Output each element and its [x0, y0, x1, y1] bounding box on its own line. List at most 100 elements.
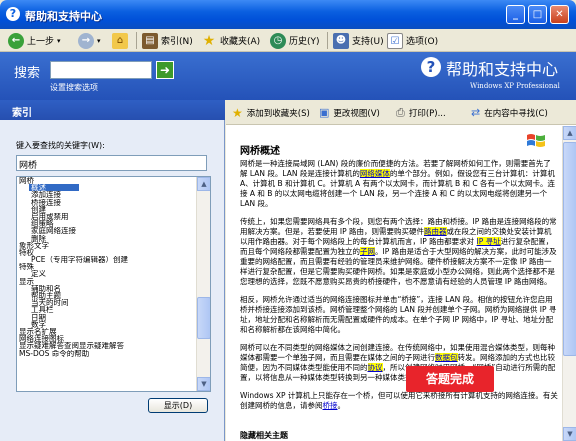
index-list-item[interactable]: 数字	[17, 321, 197, 328]
forward-button[interactable]: → ▾	[78, 31, 101, 50]
paragraph-5: Windows XP 计算机上只能存在一个桥，但可以使用它来桥接所有计算机支持的…	[240, 391, 558, 410]
scroll-thumb[interactable]	[197, 297, 210, 339]
search-banner: 搜索 ➜ 设置搜索选项 ? 帮助和支持中心 Windows XP Profess…	[0, 52, 576, 100]
scroll-down-icon[interactable]: ▼	[197, 377, 210, 391]
print-button[interactable]: ⎙ 打印(P)...	[396, 104, 446, 121]
index-items: 网桥 概述 添加连接 桥接连接 创建 启用或禁用 组策略 家庭网络连接 删除 象形文字 特权 PCE（…	[17, 177, 197, 357]
locate-button[interactable]: ⇄ 在内容中寻找(C)	[471, 104, 548, 121]
related-topics-toggle[interactable]: 隐藏相关主题	[240, 430, 288, 441]
favorites-button[interactable]: ★ 收藏夹(A)	[201, 31, 260, 50]
index-list-item[interactable]: 帮助主题	[17, 292, 197, 299]
index-list-item[interactable]: 显示	[17, 278, 197, 285]
help-center-icon: ?	[6, 7, 20, 21]
index-heading: 索引	[0, 100, 225, 120]
index-list-item[interactable]: MS-DOS 命令的帮助	[17, 350, 197, 357]
keyword-input[interactable]: 网桥	[16, 155, 207, 171]
printer-icon: ⎙	[396, 105, 405, 119]
ip-addressing-link[interactable]: IP 寻址	[476, 237, 501, 246]
index-list-item[interactable]: 网络连接图标	[17, 335, 197, 342]
network-media-link[interactable]: 网络媒体	[359, 169, 390, 178]
content-pane: ★ 添加到收藏夹(S) ▣ 更改视图(V) ⎙ 打印(P)... ⇄ 在内容中寻…	[226, 100, 576, 441]
home-button[interactable]: ⌂	[112, 31, 128, 50]
index-panel: 索引 键入要查找的关键字(W): 网桥 网桥 概述 添加连接 桥接连接 创建 启用或禁用组…	[0, 100, 225, 441]
index-list-item[interactable]: 辅助和名	[17, 285, 197, 292]
back-arrow-icon: ←	[8, 32, 24, 49]
options-icon: ☑	[387, 32, 403, 49]
add-favorite-button[interactable]: ★ 添加到收藏夹(S)	[232, 104, 310, 121]
options-button[interactable]: ☑ 选项(O)	[387, 31, 438, 50]
packet-link[interactable]: 数据包	[435, 353, 458, 362]
search-go-button[interactable]: ➜	[156, 61, 174, 79]
index-list-item[interactable]: 定义	[17, 270, 197, 277]
back-button[interactable]: ← 上一步 ▾	[8, 31, 61, 50]
support-icon: ☻	[333, 32, 349, 49]
index-list-item[interactable]: PCE（专用字符编辑器）创建	[17, 256, 197, 263]
star-icon: ★	[202, 32, 216, 49]
index-list-item[interactable]: 家庭网络连接	[17, 227, 197, 234]
index-list-item[interactable]: 显示疑难解答查阅显示疑难解答	[17, 342, 197, 349]
dropdown-icon[interactable]: ▾	[97, 37, 101, 45]
maximize-button[interactable]: □	[528, 5, 547, 24]
help-logo-icon: ?	[421, 57, 441, 77]
index-list-item[interactable]: 概述	[29, 184, 79, 192]
content-scrollbar[interactable]: ▲ ▼	[562, 126, 576, 441]
index-list-item[interactable]: 特权	[17, 249, 197, 256]
banner-subtitle: Windows XP Professional	[470, 82, 560, 90]
keyword-prompt: 键入要查找的关键字(W):	[16, 141, 105, 150]
window-title: 帮助和支持中心	[25, 10, 102, 23]
index-scrollbar[interactable]: ▲ ▼	[196, 177, 210, 391]
help-window: ? 帮助和支持中心 _ □ ✕ ← 上一步 ▾ → ▾ ⌂ ▤ 索引(N) ★ …	[0, 0, 576, 441]
index-list-item[interactable]: 日期	[17, 314, 197, 321]
paragraph-3: 相反，网桥允许通过适当的网络连接图标并单击“桥接”，连接 LAN 段。相信的按钮…	[240, 295, 557, 334]
index-list[interactable]: 网桥 概述 添加连接 桥接连接 创建 启用或禁用 组策略 家庭网络连接 删除 象形文字 特权 PCE（…	[16, 176, 211, 392]
banner-title: 帮助和支持中心	[446, 60, 559, 79]
index-list-item[interactable]: 组策略	[17, 220, 197, 227]
subnet-link[interactable]: 子网	[360, 247, 375, 256]
paragraph-4: 网桥可以在不同类型的网络媒体之间创建连接。在传统网络中，如果使用混合媒体类型，则…	[240, 343, 556, 382]
show-button[interactable]: 显示(D)	[148, 398, 208, 413]
content-toolbar: ★ 添加到收藏夹(S) ▣ 更改视图(V) ⎙ 打印(P)... ⇄ 在内容中寻…	[226, 100, 576, 125]
windows-logo-icon	[527, 134, 545, 147]
index-list-item[interactable]: 创建	[17, 206, 197, 213]
article: 网桥概述 网桥是一种连接局域网 (LAN) 段的廉价而便捷的方法。若要了解网桥如…	[226, 126, 562, 441]
scroll-up-icon[interactable]: ▲	[563, 126, 576, 140]
history-button[interactable]: ◷ 历史(Y)	[270, 31, 320, 50]
search-label: 搜索	[14, 66, 41, 81]
change-view-button[interactable]: ▣ 更改视图(V)	[319, 104, 380, 121]
article-body: 网桥是一种连接局域网 (LAN) 段的廉价而便捷的方法。若要了解网桥如何工作，则…	[240, 159, 558, 419]
main-toolbar: ← 上一步 ▾ → ▾ ⌂ ▤ 索引(N) ★ 收藏夹(A) ◷ 历史(Y) ☻…	[0, 29, 576, 52]
paragraph-1: 网桥是一种连接局域网 (LAN) 段的廉价而便捷的方法。若要了解网桥如何工作，则…	[240, 159, 555, 208]
star-plus-icon: ★	[232, 105, 243, 120]
protocol-link[interactable]: 协议	[367, 363, 383, 372]
completion-badge: 答题完成	[406, 366, 494, 392]
scroll-down-icon[interactable]: ▼	[563, 427, 576, 441]
close-button[interactable]: ✕	[550, 5, 569, 24]
index-list-item[interactable]: 启用或禁用	[17, 213, 197, 220]
locate-icon: ⇄	[471, 106, 481, 119]
article-title: 网桥概述	[240, 146, 280, 157]
title-bar[interactable]: ? 帮助和支持中心 _ □ ✕	[0, 0, 576, 29]
view-icon: ▣	[319, 106, 330, 119]
paragraph-2: 传统上，如果您需要网络具有多个段，则您有两个选择：路由和桥接。IP 路由是连接网…	[240, 217, 557, 286]
index-list-item[interactable]: 特殊	[17, 263, 197, 270]
minimize-button[interactable]: _	[506, 5, 525, 24]
index-list-item[interactable]: 添加连接	[17, 191, 197, 198]
scroll-up-icon[interactable]: ▲	[197, 177, 210, 191]
bridging-link[interactable]: 桥接	[323, 401, 338, 410]
search-input[interactable]	[50, 61, 152, 79]
index-button[interactable]: ▤ 索引(N)	[142, 31, 193, 50]
index-list-item[interactable]: 显示名扩展	[17, 328, 197, 335]
index-list-item[interactable]: 删除	[17, 235, 197, 242]
index-list-item[interactable]: 当天的时间	[17, 299, 197, 306]
home-icon: ⌂	[112, 32, 128, 49]
support-button[interactable]: ☻ 支持(U)	[333, 31, 384, 50]
index-list-item[interactable]: 象形文字	[17, 242, 197, 249]
scroll-thumb[interactable]	[563, 142, 576, 356]
router-link[interactable]: 路由器	[424, 227, 447, 236]
search-options-link[interactable]: 设置搜索选项	[50, 82, 98, 93]
index-list-item[interactable]: 工具栏	[17, 306, 197, 313]
dropdown-icon[interactable]: ▾	[57, 37, 61, 45]
index-list-item[interactable]: 桥接连接	[17, 199, 197, 206]
history-clock-icon: ◷	[270, 32, 286, 49]
index-list-item[interactable]: 网桥	[17, 177, 197, 184]
